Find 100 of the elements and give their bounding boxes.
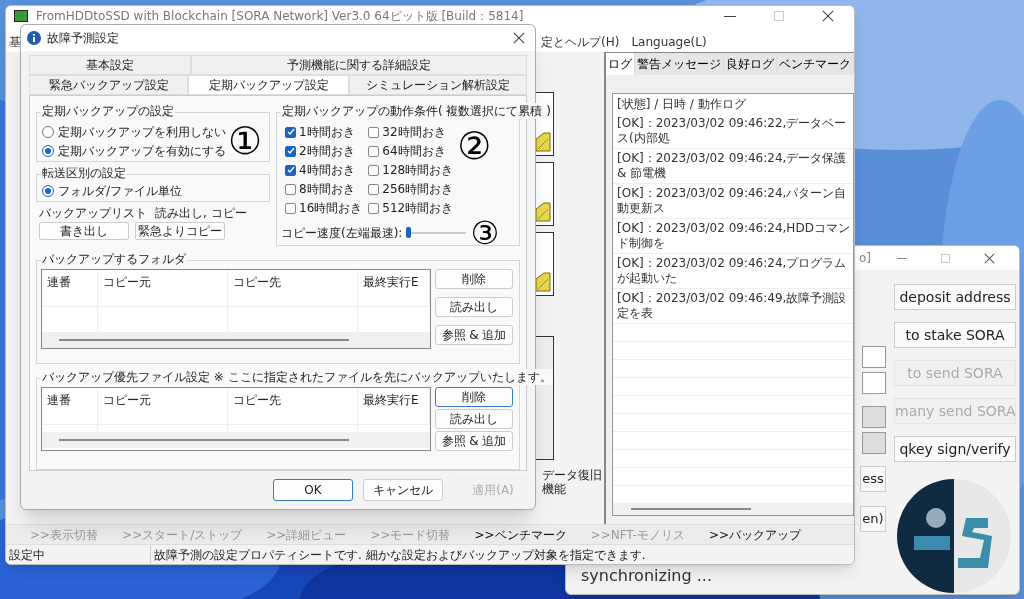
folder-icon	[535, 271, 551, 293]
log-entry: [OK]：2023/03/02 09:46:22,データベース(内部処	[613, 114, 853, 149]
column-header: 連番	[42, 388, 98, 424]
status-text: 設定中	[6, 545, 151, 564]
dialog-button[interactable]: OK	[273, 479, 353, 501]
column-header: 最終実行E	[358, 270, 430, 306]
status-message: 故障予測の設定プロパティシートです. 細かな設定およびバックアップ対象を指定できます.	[153, 546, 646, 564]
table-button[interactable]: 読み出し	[435, 297, 513, 317]
tab[interactable]: 緊急バックアップ設定	[29, 75, 188, 95]
section-label: 読み出し, コピー	[155, 205, 247, 222]
radio-label: 定期バックアップを利用しない	[58, 123, 226, 141]
column-header: コピー元	[98, 388, 228, 424]
list-button[interactable]: 書き出し	[39, 222, 129, 240]
table-button[interactable]: 削除	[435, 387, 513, 407]
column-header: コピー先	[228, 270, 358, 306]
feature-label: データ復旧機能	[542, 468, 602, 496]
checkbox-label: 256時間おき	[382, 181, 454, 198]
wallet-button[interactable]: en)	[860, 506, 886, 532]
folder-icon	[535, 131, 551, 153]
speed-slider[interactable]	[406, 227, 467, 239]
window-title: FromHDDtoSSD with Blockchain [SORA Network] Ver3.0 64ビット版 [Build：5814]	[36, 9, 524, 23]
log-tab[interactable]: 警告メッセージ	[635, 53, 724, 75]
group-title: 転送区別の設定	[41, 165, 127, 181]
window-title: o]	[859, 250, 872, 267]
menu-item[interactable]: 定とヘルプ(H)	[541, 33, 620, 51]
tab[interactable]: シミュレーション解析設定	[349, 75, 527, 95]
checkbox[interactable]	[285, 183, 296, 195]
menu-item[interactable]: Language(L)	[631, 33, 707, 51]
folder-icon	[535, 201, 551, 223]
checkbox[interactable]	[368, 126, 380, 138]
checkbox[interactable]	[368, 145, 380, 157]
wallet-button[interactable]: deposit address	[894, 284, 1016, 310]
group-title: バックアップするフォルダ	[41, 251, 187, 267]
dialog-title: 故障予測設定	[47, 30, 119, 47]
slider-label: コピー速度(左端最速):	[281, 225, 403, 242]
menu-item[interactable]: 基	[9, 33, 21, 51]
log-tab[interactable]: ログ	[606, 53, 635, 75]
annotation-number: ③	[470, 217, 500, 249]
input-field[interactable]	[862, 346, 886, 368]
log-entry: [OK]：2023/03/02 09:46:24,プログラムが起動いた	[613, 254, 853, 289]
minimize-icon[interactable]	[897, 257, 908, 259]
checkbox[interactable]	[285, 164, 296, 176]
checkbox-label: 2時間おき	[299, 143, 355, 160]
wallet-button[interactable]: qkey sign/verify	[894, 436, 1016, 462]
radio-button[interactable]	[42, 144, 54, 157]
checkbox-label: 128時間おき	[382, 162, 454, 179]
close-icon[interactable]	[984, 252, 996, 264]
group-title: バックアップ優先ファイル設定 ※ ここに指定されたファイルを先にバックアップいたします。	[41, 369, 553, 385]
checkbox-label: 64時間おき	[382, 143, 446, 160]
annotation-number: ②	[457, 127, 492, 165]
section-label: バックアップリスト	[39, 205, 147, 222]
close-icon[interactable]	[513, 32, 525, 44]
checkbox-label: 1時間おき	[299, 124, 355, 141]
radio-button[interactable]	[42, 185, 54, 197]
checkbox[interactable]	[368, 183, 380, 195]
checkbox-label: 16時間おき	[299, 200, 363, 217]
log-header: [状態] / 日時 / 動作ログ	[616, 96, 747, 113]
group-title: 定期バックアップの動作条件( 複数選択にて累積 )	[281, 103, 552, 119]
input-field[interactable]	[862, 432, 886, 454]
radio-label: 定期バックアップを有効にする	[58, 142, 226, 160]
checkbox-label: 512時間おき	[382, 200, 454, 217]
column-header: コピー先	[228, 388, 358, 424]
app-icon	[14, 10, 28, 22]
column-header: コピー元	[98, 270, 228, 306]
table-button[interactable]: 参照 & 追加	[435, 325, 513, 345]
checkbox[interactable]	[368, 202, 380, 214]
log-entry: [OK]：2023/03/02 09:46:24,データ保護 & 節電機	[613, 149, 853, 184]
tab[interactable]: 予測機能に関する詳細設定	[191, 55, 527, 75]
checkbox[interactable]	[285, 202, 296, 214]
wallet-button: to send SORA	[894, 360, 1016, 386]
checkbox[interactable]	[368, 164, 380, 176]
checkbox-label: 8時間おき	[299, 181, 355, 198]
input-field[interactable]	[862, 406, 886, 428]
table-button[interactable]: 参照 & 追加	[435, 431, 513, 451]
dialog-button: 適用(A)	[453, 479, 533, 501]
checkbox-label: 32時間おき	[382, 124, 446, 141]
list-button[interactable]: 緊急よりコピー	[135, 222, 225, 240]
log-tab[interactable]: ベンチマーク	[777, 53, 854, 75]
group-title: 定期バックアップの設定	[41, 103, 175, 119]
log-tab[interactable]: 良好ログ	[724, 53, 777, 75]
radio-button[interactable]	[42, 125, 54, 138]
table-button[interactable]: 削除	[435, 269, 513, 289]
input-field[interactable]	[862, 372, 886, 394]
toolbar-button[interactable]: >>ベンチマーク	[474, 525, 567, 544]
tab[interactable]: 基本設定	[29, 55, 191, 75]
column-header: 最終実行E	[358, 388, 430, 424]
checkbox-label: 4時間おき	[299, 162, 355, 179]
dialog-button[interactable]: キャンセル	[363, 479, 443, 501]
slider-thumb[interactable]	[406, 227, 412, 238]
checkbox[interactable]	[285, 145, 296, 157]
table-button[interactable]: 読み出し	[435, 409, 513, 429]
close-icon[interactable]	[822, 10, 834, 22]
checkbox[interactable]	[285, 126, 296, 138]
tab[interactable]: 定期バックアップ設定	[188, 75, 349, 95]
toolbar-button[interactable]: >>バックアップ	[708, 525, 802, 544]
annotation-number: ①	[228, 122, 263, 160]
wallet-button[interactable]: to stake SORA	[894, 322, 1016, 348]
sync-status: synchronizing ...	[581, 565, 712, 587]
wallet-button: many send SORA	[894, 398, 1016, 424]
wallet-button[interactable]: ess	[860, 466, 886, 492]
